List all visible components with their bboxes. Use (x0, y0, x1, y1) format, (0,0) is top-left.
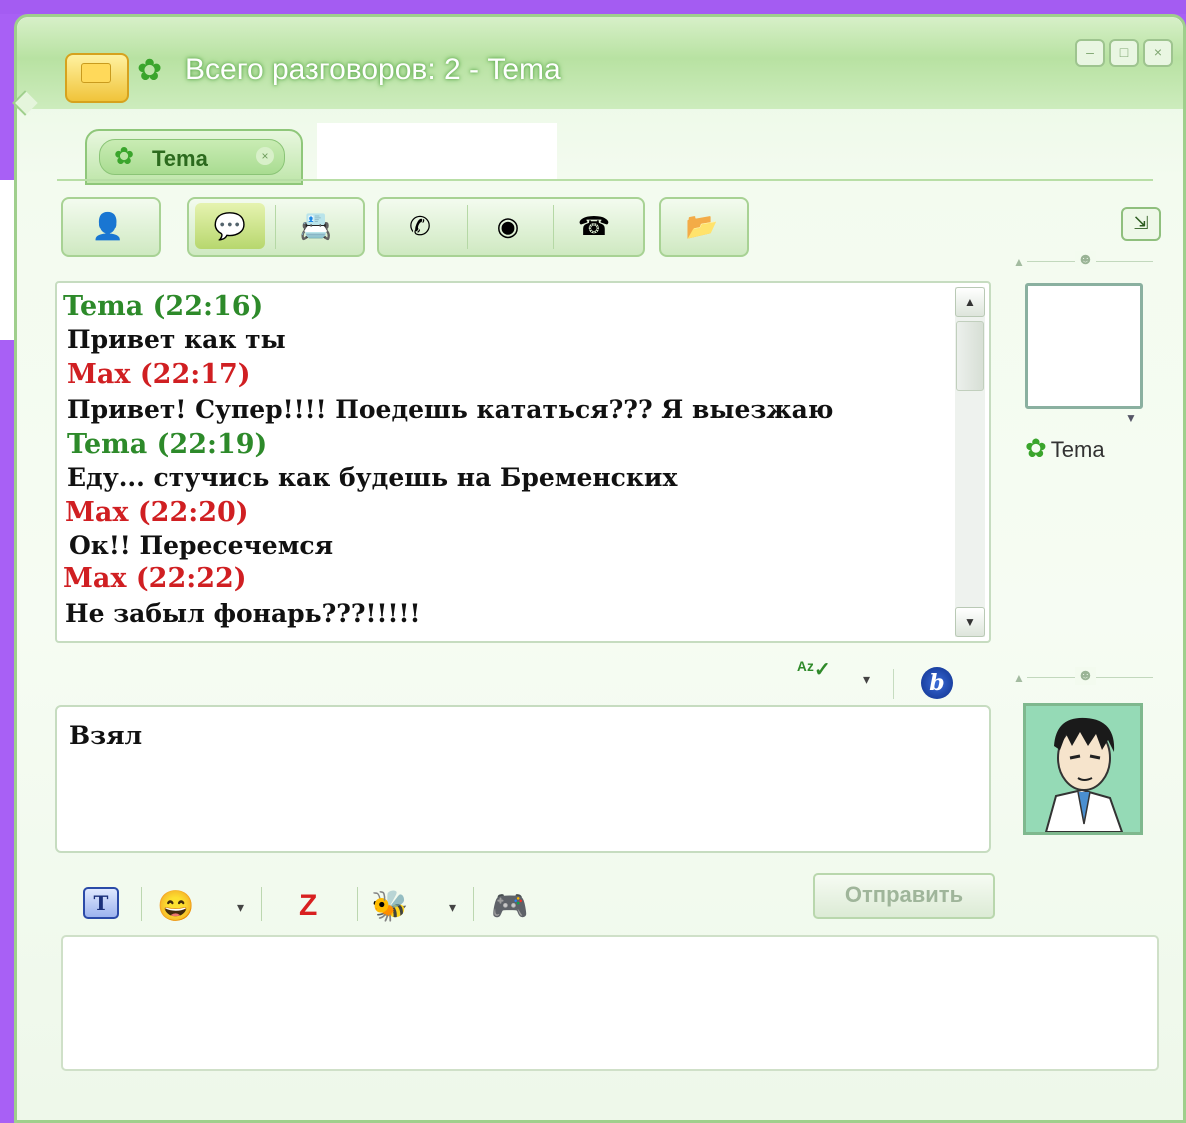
title-bar[interactable]: ✿ Всего разговоров: 2 - Tema – □ × (17, 17, 1183, 109)
emoticon-icon[interactable]: 😄 (157, 889, 194, 924)
separator (553, 205, 554, 249)
separator (467, 205, 468, 249)
flower-icon: ✿ (114, 143, 135, 170)
tab-tema[interactable]: ✿ Tema × (85, 129, 303, 185)
spellcheck-icon[interactable]: ᴬᶻ✓ (797, 657, 831, 682)
font-style-icon[interactable]: T (83, 887, 119, 919)
message-text: Не забыл фонарь???!!!!! (65, 599, 421, 628)
chat-history[interactable]: Tema (22:16) Привет как ты Max (22:17) П… (55, 281, 991, 643)
winks-icon[interactable]: 🐝 (371, 889, 408, 924)
phone-icon[interactable]: ✆ (385, 203, 455, 249)
avatar-image (1026, 706, 1140, 832)
files-icon[interactable]: 📇 (281, 203, 351, 249)
close-icon[interactable]: × (1143, 39, 1173, 67)
spellcheck-dropdown-icon[interactable]: ▾ (863, 671, 870, 688)
window-controls: – □ × (1075, 39, 1173, 67)
tab-pill: ✿ Tema × (99, 139, 285, 175)
contact-name[interactable]: ✿ Tema (1025, 433, 1105, 464)
tab-divider (57, 179, 1153, 181)
message-header: Tema (22:19) (67, 429, 268, 460)
message-text: Привет! Супер!!!! Поедешь кататься??? Я … (67, 395, 834, 424)
my-panel-header[interactable]: ▲ ☻ (1013, 667, 1153, 685)
flower-status-icon: ✿ (137, 54, 163, 87)
separator (473, 887, 474, 921)
emoticon-dropdown-icon[interactable]: ▾ (237, 899, 244, 916)
collapse-icon: ▲ (1013, 255, 1025, 269)
message-text: Привет как ты (67, 325, 286, 354)
chat-window: ✿ Всего разговоров: 2 - Tema – □ × ✿ Tem… (14, 14, 1186, 1123)
send-file-button[interactable]: 📂 (659, 197, 749, 257)
message-input-value: Взял (69, 721, 143, 750)
message-header: Max (22:22) (63, 563, 247, 594)
winks-dropdown-icon[interactable]: ▾ (449, 899, 456, 916)
separator (275, 205, 276, 249)
fax-icon[interactable]: ☎ (559, 203, 629, 249)
scroll-down-icon[interactable]: ▼ (955, 607, 985, 637)
window-title: Всего разговоров: 2 - Tema (185, 53, 561, 86)
bold-icon[interactable]: b (921, 667, 953, 699)
purple-frame-top (0, 0, 1186, 14)
minimize-icon[interactable]: – (1075, 39, 1105, 67)
chat-icon[interactable]: 💬 (195, 203, 265, 249)
message-header: Max (22:17) (67, 359, 251, 390)
separator (893, 669, 894, 699)
collapse-icon: ▲ (1013, 671, 1025, 685)
webcam-icon[interactable]: ◉ (473, 203, 543, 249)
contact-panel-header[interactable]: ▲ ☻ (1013, 251, 1153, 269)
message-header: Max (22:20) (65, 497, 249, 528)
person-icon: ☻ (1075, 667, 1096, 685)
user-avatar (1023, 703, 1143, 835)
bottom-panel (61, 935, 1159, 1071)
message-text: Ок!! Пересечемся (69, 531, 334, 560)
scroll-thumb[interactable] (956, 321, 984, 391)
games-icon[interactable]: 🎮 (491, 889, 528, 924)
scroll-up-icon[interactable]: ▲ (955, 287, 985, 317)
contact-name-label: Tema (1050, 437, 1105, 462)
message-input[interactable]: Взял (55, 705, 991, 853)
chat-scrollbar[interactable]: ▲ ▼ (955, 287, 985, 637)
separator (141, 887, 142, 921)
call-tools-group: ✆ ◉ ☎ (377, 197, 645, 257)
send-file-icon: 📂 (685, 211, 719, 241)
desktop-edge (0, 180, 14, 340)
flower-icon: ✿ (1025, 433, 1047, 463)
send-button[interactable]: Отправить (813, 873, 995, 919)
tab-label: Tema (152, 146, 208, 171)
tab-strip-blank (317, 123, 557, 181)
tab-close-icon[interactable]: × (256, 147, 274, 165)
avatar-dropdown-icon[interactable]: ▼ (1125, 411, 1137, 425)
expand-panel-icon[interactable]: ⇲ (1121, 207, 1161, 241)
add-contact-icon: 👤 (91, 211, 125, 241)
maximize-icon[interactable]: □ (1109, 39, 1139, 67)
message-header: Tema (22:16) (63, 291, 264, 322)
messenger-icon (65, 53, 129, 103)
add-contact-button[interactable]: 👤 (61, 197, 161, 257)
person-icon: ☻ (1075, 251, 1096, 269)
separator (261, 887, 262, 921)
contact-avatar (1025, 283, 1143, 409)
chat-tools-group: 💬 📇 (187, 197, 365, 257)
nudge-icon[interactable]: Z (299, 889, 317, 923)
message-text: Еду... стучись как будешь на Бременских (67, 463, 678, 492)
separator (357, 887, 358, 921)
